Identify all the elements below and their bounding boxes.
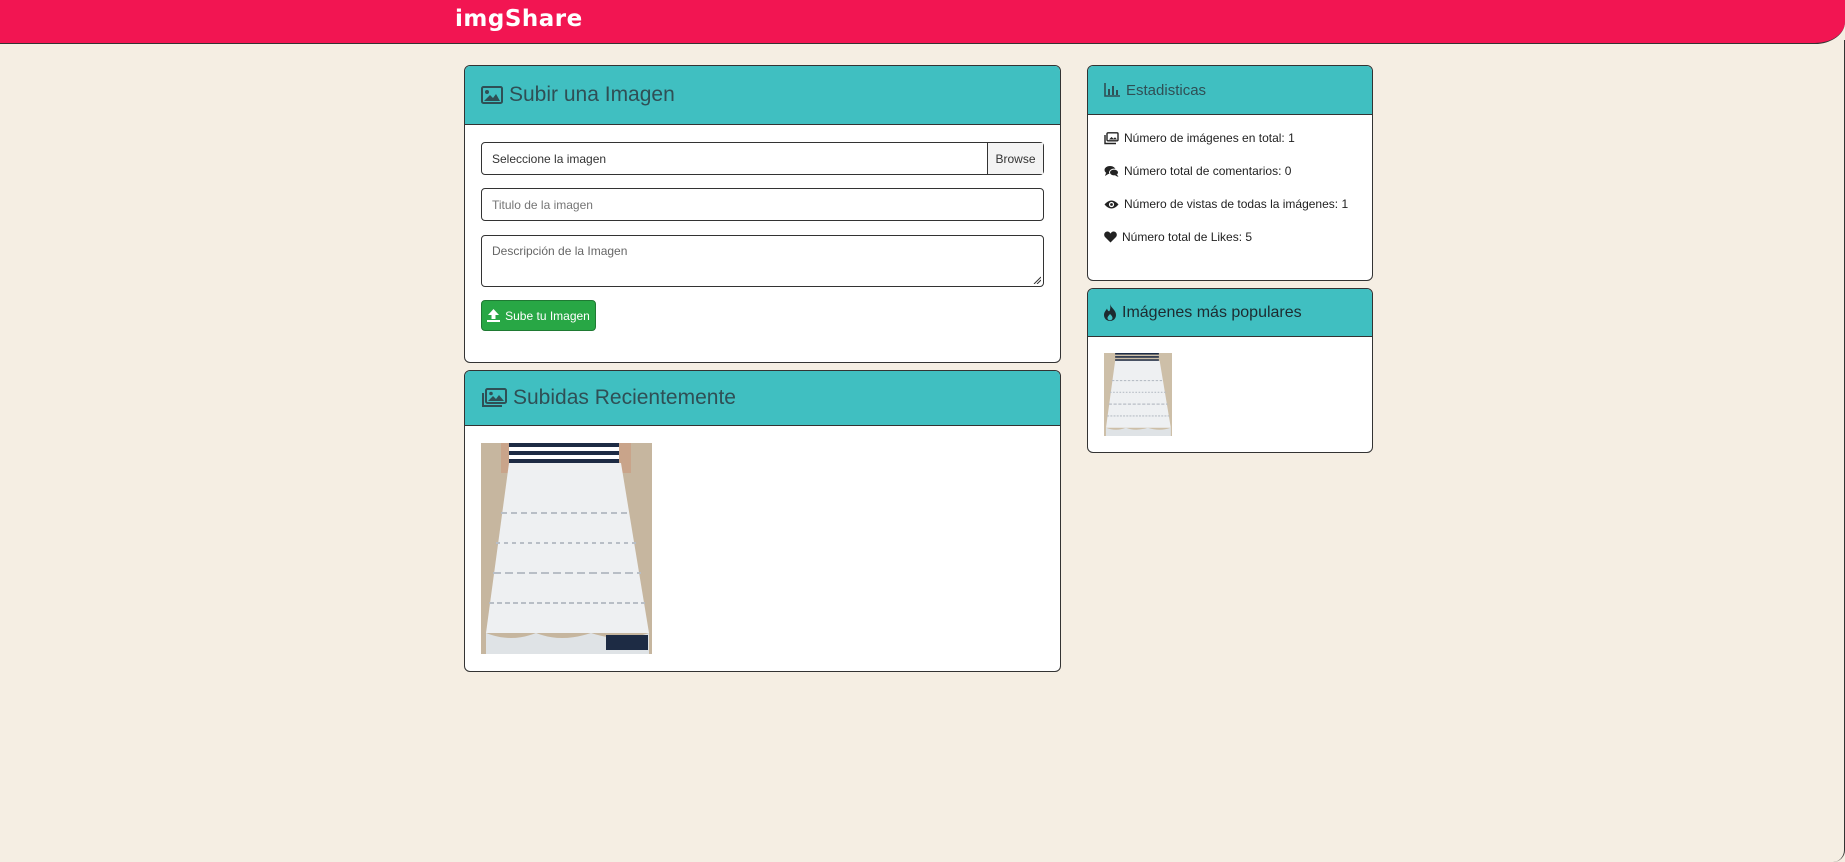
recent-uploads-title: Subidas Recientemente bbox=[513, 386, 736, 409]
image-title-input[interactable] bbox=[481, 188, 1044, 221]
bar-chart-icon bbox=[1104, 83, 1120, 97]
stat-total-views: Número de vistas de todas la imágenes: 1 bbox=[1104, 197, 1348, 211]
recent-image-thumbnail[interactable] bbox=[481, 443, 652, 654]
images-icon bbox=[1104, 131, 1119, 145]
image-description-textarea[interactable]: Descripción de la Imagen bbox=[481, 235, 1044, 287]
brand-logo[interactable]: imgShare bbox=[455, 6, 583, 32]
popular-images-header: Imágenes más populares bbox=[1088, 289, 1372, 337]
stats-card-header: Estadisticas bbox=[1088, 66, 1372, 115]
navbar: imgShare bbox=[0, 0, 1845, 44]
recent-uploads-header: Subidas Recientemente bbox=[465, 371, 1060, 426]
description-placeholder: Descripción de la Imagen bbox=[492, 244, 628, 258]
stat-total-likes: Número total de Likes: 5 bbox=[1104, 230, 1252, 244]
heart-icon bbox=[1104, 231, 1117, 243]
file-input[interactable]: Seleccione la imagen Browse bbox=[481, 142, 1044, 175]
stats-card-title: Estadisticas bbox=[1126, 81, 1207, 99]
browse-button[interactable]: Browse bbox=[987, 143, 1043, 174]
resize-grip-icon[interactable] bbox=[1033, 276, 1041, 284]
eye-icon bbox=[1104, 199, 1119, 210]
stat-total-images-label: Número de imágenes en total: 1 bbox=[1124, 131, 1295, 145]
skirt-image bbox=[481, 443, 652, 654]
upload-card-header: Subir una Imagen bbox=[465, 66, 1060, 125]
image-icon bbox=[481, 86, 503, 104]
stat-total-views-label: Número de vistas de todas la imágenes: 1 bbox=[1124, 197, 1349, 211]
stat-total-likes-label: Número total de Likes: 5 bbox=[1122, 230, 1253, 244]
skirt-image bbox=[1104, 353, 1172, 436]
page-frame bbox=[1833, 40, 1845, 862]
upload-icon bbox=[487, 309, 501, 322]
submit-upload-label: Sube tu Imagen bbox=[505, 308, 590, 323]
comments-icon bbox=[1104, 165, 1119, 178]
fire-icon bbox=[1104, 304, 1116, 321]
stat-total-comments: Número total de comentarios: 0 bbox=[1104, 164, 1291, 178]
file-input-label: Seleccione la imagen bbox=[492, 151, 607, 166]
stat-total-comments-label: Número total de comentarios: 0 bbox=[1124, 164, 1292, 178]
images-icon bbox=[481, 388, 507, 408]
submit-upload-button[interactable]: Sube tu Imagen bbox=[481, 300, 596, 331]
popular-image-thumbnail[interactable] bbox=[1104, 353, 1172, 436]
popular-images-title: Imágenes más populares bbox=[1122, 303, 1302, 321]
stat-total-images: Número de imágenes en total: 1 bbox=[1104, 131, 1295, 145]
upload-card-title: Subir una Imagen bbox=[509, 83, 675, 106]
